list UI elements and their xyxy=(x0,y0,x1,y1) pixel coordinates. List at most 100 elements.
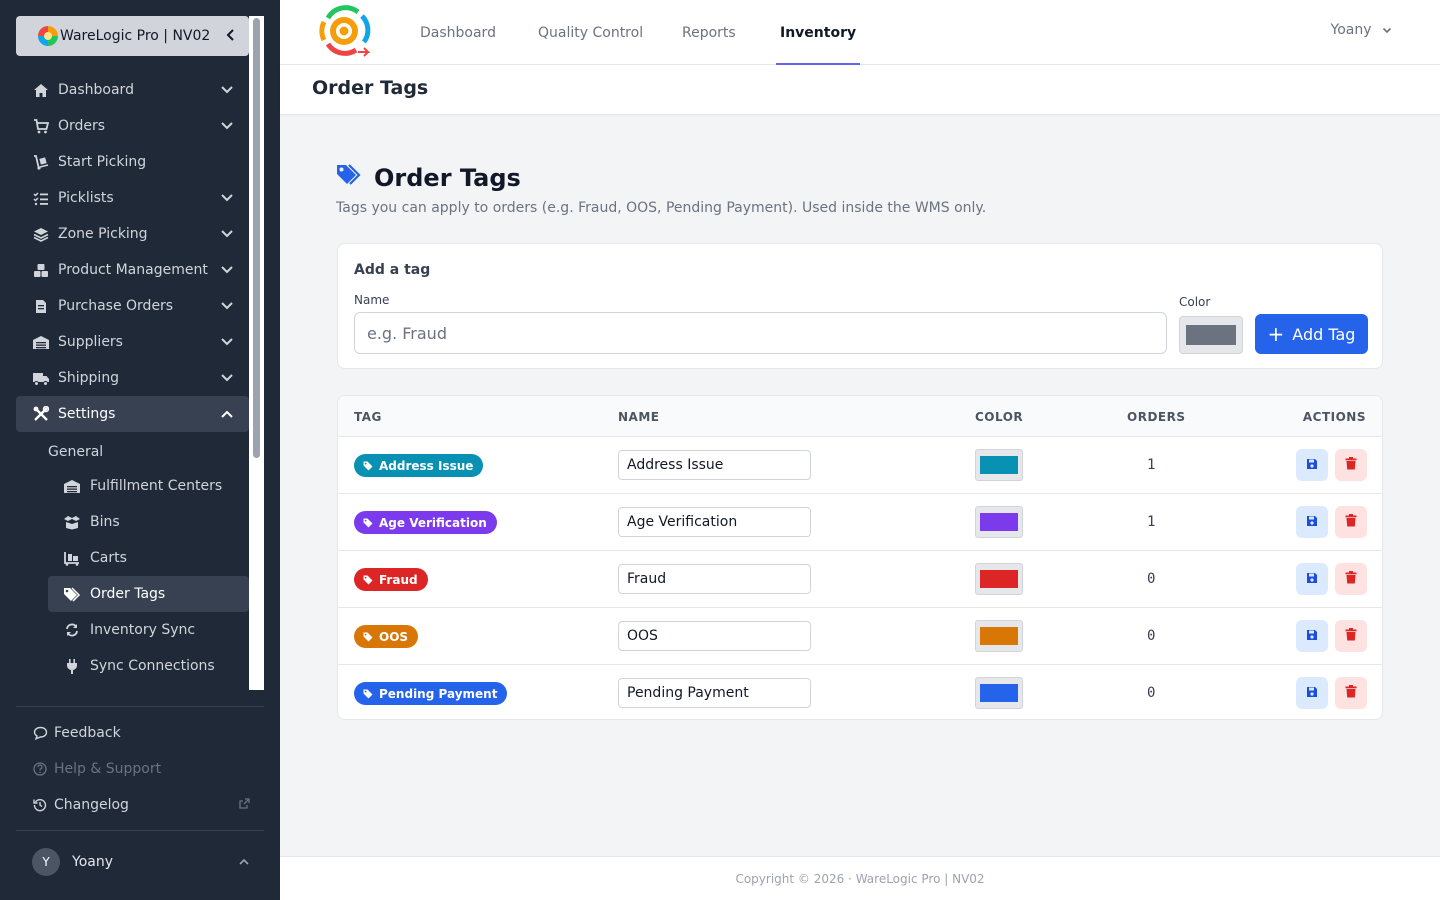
orders-count: 0 xyxy=(1147,628,1156,644)
changelog-link[interactable]: Changelog xyxy=(16,787,264,823)
sidebar-divider xyxy=(16,830,264,831)
delete-button[interactable] xyxy=(1335,620,1367,652)
tag-color-picker[interactable] xyxy=(975,677,1023,709)
save-button[interactable] xyxy=(1296,506,1328,538)
sidebar-item-fulfillment-centers[interactable]: Fulfillment Centers xyxy=(48,468,249,504)
save-button[interactable] xyxy=(1296,677,1328,709)
tag-color-picker[interactable] xyxy=(975,563,1023,595)
trash-icon xyxy=(1345,457,1357,473)
tab-reports[interactable]: Reports xyxy=(682,0,736,65)
color-swatch xyxy=(980,456,1018,474)
top-user-menu[interactable]: Yoany xyxy=(1331,22,1392,38)
tag-name-field[interactable] xyxy=(618,564,811,594)
sidebar-item-label: Inventory Sync xyxy=(90,622,196,638)
save-button[interactable] xyxy=(1296,449,1328,481)
tab-inventory[interactable]: Inventory xyxy=(775,0,861,65)
tab-quality-control[interactable]: Quality Control xyxy=(538,0,643,65)
column-header-name: NAME xyxy=(618,410,660,424)
table-row: Address Issue 1 xyxy=(338,437,1382,494)
feedback-label: Feedback xyxy=(54,725,121,741)
tag-color-picker[interactable] xyxy=(975,449,1023,481)
delete-button[interactable] xyxy=(1335,677,1367,709)
tag-badge-label: Fraud xyxy=(379,572,418,587)
sidebar-item-label: Purchase Orders xyxy=(58,298,174,314)
delete-button[interactable] xyxy=(1335,506,1367,538)
tag-badge: OOS xyxy=(354,625,419,648)
trash-icon xyxy=(1345,571,1357,587)
sidebar-item-label: Suppliers xyxy=(58,334,123,350)
sidebar-item-order-tags[interactable]: Order Tags xyxy=(48,576,249,612)
app-logo-icon[interactable] xyxy=(318,4,372,58)
trash-icon xyxy=(1345,685,1357,701)
sidebar-item-start-picking[interactable]: Start Picking xyxy=(16,144,249,180)
sidebar-item-sync-connections[interactable]: Sync Connections xyxy=(48,648,249,684)
sidebar-item-suppliers[interactable]: Suppliers xyxy=(16,324,249,360)
delete-button[interactable] xyxy=(1335,563,1367,595)
tags-icon xyxy=(336,164,362,192)
footer-copyright: Copyright © 2026 · WareLogic Pro | NV02 xyxy=(280,856,1440,900)
tag-badge-label: OOS xyxy=(379,629,409,644)
question-circle-icon xyxy=(32,762,48,776)
tag-name-field[interactable] xyxy=(618,678,811,708)
sidebar-item-zone-picking[interactable]: Zone Picking xyxy=(16,216,249,252)
sidebar: WareLogic Pro | NV02 Dashboard Orders St… xyxy=(0,0,280,900)
sidebar-item-purchase-orders[interactable]: Purchase Orders xyxy=(16,288,249,324)
warehouse-icon xyxy=(32,334,50,350)
section-subtitle: Tags you can apply to orders (e.g. Fraud… xyxy=(336,200,987,216)
orders-count: 1 xyxy=(1147,457,1156,473)
sidebar-item-label: Shipping xyxy=(58,370,120,386)
column-header-tag: TAG xyxy=(354,410,382,424)
tag-name-field[interactable] xyxy=(618,507,811,537)
sidebar-item-carts[interactable]: Carts xyxy=(48,540,249,576)
sidebar-item-shipping[interactable]: Shipping xyxy=(16,360,249,396)
chevron-left-icon[interactable] xyxy=(225,27,237,46)
sidebar-item-settings[interactable]: Settings xyxy=(16,396,249,432)
tag-color-picker[interactable] xyxy=(1179,316,1243,354)
cart-icon xyxy=(32,118,50,134)
settings-group-general: General xyxy=(48,444,104,460)
add-tag-label: Add Tag xyxy=(1292,324,1356,344)
save-button[interactable] xyxy=(1296,563,1328,595)
help-support-link[interactable]: Help & Support xyxy=(16,751,264,787)
table-row: OOS 0 xyxy=(338,608,1382,665)
tab-dashboard[interactable]: Dashboard xyxy=(420,0,496,65)
save-button[interactable] xyxy=(1296,620,1328,652)
sidebar-item-label: Picklists xyxy=(58,190,114,206)
sidebar-item-label: Dashboard xyxy=(58,82,134,98)
tag-icon xyxy=(363,689,373,699)
sidebar-item-dashboard[interactable]: Dashboard xyxy=(16,72,249,108)
chevron-down-icon xyxy=(215,193,239,203)
chevron-down-icon xyxy=(215,301,239,311)
sidebar-item-label: Sync Connections xyxy=(90,658,215,674)
tag-badge: Age Verification xyxy=(354,511,497,534)
tag-color-picker[interactable] xyxy=(975,620,1023,652)
tag-name-input[interactable] xyxy=(354,312,1167,354)
chevron-down-icon xyxy=(215,373,239,383)
sidebar-scrollbar-thumb[interactable] xyxy=(253,18,260,458)
add-tag-title: Add a tag xyxy=(354,262,431,278)
sidebar-item-picklists[interactable]: Picklists xyxy=(16,180,249,216)
boxes-icon xyxy=(32,262,50,278)
user-profile-menu[interactable]: Y Yoany xyxy=(16,844,264,880)
sidebar-item-orders[interactable]: Orders xyxy=(16,108,249,144)
chevron-down-icon xyxy=(215,121,239,131)
column-header-color: COLOR xyxy=(975,410,1024,424)
add-tag-button[interactable]: + Add Tag xyxy=(1255,314,1368,354)
section-heading: Order Tags xyxy=(336,164,521,192)
delete-button[interactable] xyxy=(1335,449,1367,481)
brand-switcher[interactable]: WareLogic Pro | NV02 xyxy=(16,16,249,56)
tag-name-field[interactable] xyxy=(618,450,811,480)
external-link-icon xyxy=(239,798,250,812)
sidebar-item-inventory-sync[interactable]: Inventory Sync xyxy=(48,612,249,648)
feedback-link[interactable]: Feedback xyxy=(16,715,264,751)
table-row: Pending Payment 0 xyxy=(338,665,1382,719)
color-swatch xyxy=(980,513,1018,531)
brand-logo-icon xyxy=(38,26,58,46)
truck-icon xyxy=(32,370,50,386)
tag-name-field[interactable] xyxy=(618,621,811,651)
sidebar-item-label: Bins xyxy=(90,514,120,530)
tag-color-picker[interactable] xyxy=(975,506,1023,538)
chevron-up-icon xyxy=(215,409,239,419)
sidebar-item-bins[interactable]: Bins xyxy=(48,504,249,540)
sidebar-item-product-management[interactable]: Product Management xyxy=(16,252,249,288)
